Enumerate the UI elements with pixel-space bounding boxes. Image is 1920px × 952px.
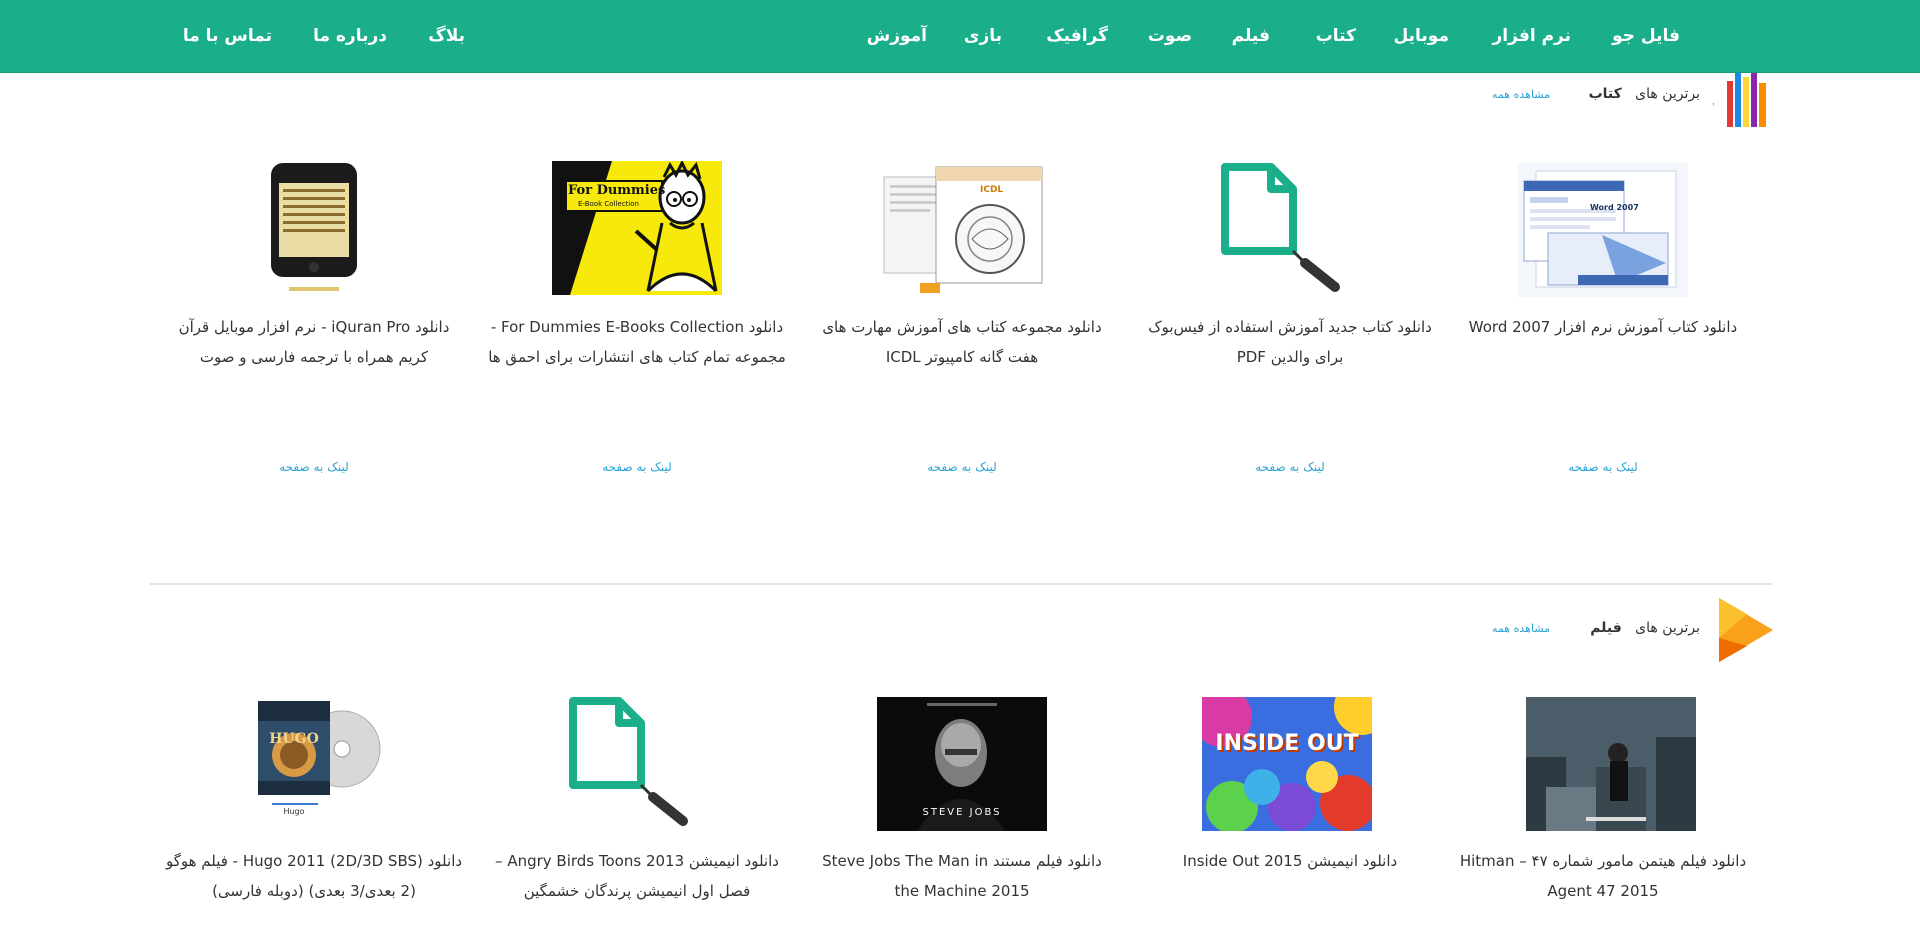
no-image-icon	[569, 697, 688, 826]
movie-thumb-hitman[interactable]	[1526, 697, 1696, 831]
section-title-prefix: برترین های	[1635, 620, 1700, 636]
nav-item-filejoo[interactable]: فایل جو	[1612, 0, 1680, 73]
hugo-label: Hugo	[283, 807, 305, 816]
book-thumb-word-2007[interactable]: Word 2007	[1518, 163, 1688, 297]
movie-title[interactable]: دانلود فیلم مستند Steve Jobs The Man in …	[812, 846, 1112, 906]
movie-title[interactable]: دانلود انیمیشن Angry Birds Toons 2013 – …	[487, 846, 787, 906]
book-title[interactable]: دانلود کتاب آموزش نرم افزار Word 2007	[1453, 312, 1753, 342]
book-page-link[interactable]: لینک به صفحه	[1543, 460, 1663, 474]
section-title-prefix: برترین های	[1635, 86, 1700, 102]
no-image-icon	[1221, 163, 1340, 292]
nav-item-audio[interactable]: صوت	[1148, 0, 1192, 73]
movie-thumb-inside-out[interactable]: INSIDE OUT	[1202, 697, 1372, 831]
book-title[interactable]: دانلود iQuran Pro - نرم افزار موبایل قرآ…	[164, 312, 464, 372]
top-navbar: فایل جو نرم افزار موبایل کتاب فیلم صوت گ…	[0, 0, 1920, 73]
inside-out-logo: INSIDE OUT	[1215, 731, 1359, 756]
section-category: کتاب	[1588, 86, 1622, 102]
book-title[interactable]: دانلود مجموعه کتاب های آموزش مهارت های ه…	[812, 312, 1112, 372]
nav-item-graphics[interactable]: گرافیک	[1046, 0, 1108, 73]
book-thumb-icdl[interactable]: ICDL	[880, 163, 1050, 297]
nav-item-games[interactable]: بازی	[964, 0, 1002, 73]
icdl-cover-label: ICDL	[980, 185, 1004, 195]
movies-section-title: برترین های فیلم	[1590, 620, 1700, 636]
nav-item-books[interactable]: کتاب	[1316, 0, 1356, 73]
book-title[interactable]: دانلود کتاب جدید آموزش استفاده از فیس‌بو…	[1140, 312, 1440, 372]
book-thumb-for-dummies[interactable]: For Dummies E-Book Collection	[552, 161, 722, 295]
section-divider	[150, 583, 1772, 585]
book-thumb-iquran[interactable]	[229, 163, 399, 297]
word-cover-label: Word 2007	[1590, 203, 1639, 212]
book-page-link[interactable]: لینک به صفحه	[577, 460, 697, 474]
movies-see-all-link[interactable]: مشاهده همه	[1492, 622, 1550, 635]
books-section-icon	[1702, 73, 1773, 127]
book-page-link[interactable]: لینک به صفحه	[902, 460, 1022, 474]
hugo-cover-logo: HUGO	[269, 731, 319, 747]
dummies-cover-subtitle: E-Book Collection	[578, 200, 639, 208]
nav-item-contact[interactable]: تماس با ما	[183, 0, 272, 73]
section-category: فیلم	[1590, 620, 1622, 636]
book-thumb-placeholder[interactable]	[1205, 163, 1375, 297]
movies-section-icon	[1713, 598, 1773, 662]
movie-title[interactable]: دانلود فیلم هیتمن مامور شماره ۴۷ – Hitma…	[1453, 846, 1753, 906]
nav-item-software[interactable]: نرم افزار	[1493, 0, 1571, 73]
nav-item-about[interactable]: درباره ما	[313, 0, 387, 73]
nav-item-tutorials[interactable]: آموزش	[867, 0, 927, 73]
book-page-link[interactable]: لینک به صفحه	[1230, 460, 1350, 474]
movie-title[interactable]: دانلود انیمیشن Inside Out 2015	[1140, 846, 1440, 876]
nav-item-mobile[interactable]: موبایل	[1393, 0, 1449, 73]
movie-thumb-placeholder[interactable]	[565, 697, 735, 831]
movie-thumb-hugo[interactable]: HUGO Hugo	[252, 697, 422, 831]
movie-title[interactable]: دانلود Hugo 2011 (2D/3D SBS) - فیلم هوگو…	[164, 846, 464, 906]
book-title[interactable]: دانلود For Dummies E-Books Collection - …	[487, 312, 787, 372]
dummies-cover-title: For Dummies	[568, 183, 666, 198]
books-see-all-link[interactable]: مشاهده همه	[1492, 88, 1550, 101]
nav-item-movies[interactable]: فیلم	[1232, 0, 1270, 73]
movie-thumb-steve-jobs[interactable]: STEVE JOBS	[877, 697, 1047, 831]
book-page-link[interactable]: لینک به صفحه	[254, 460, 374, 474]
steve-jobs-logo: STEVE JOBS	[922, 807, 1002, 818]
books-section-title: برترین های کتاب	[1589, 86, 1700, 102]
nav-item-blog[interactable]: بلاگ	[428, 0, 465, 73]
